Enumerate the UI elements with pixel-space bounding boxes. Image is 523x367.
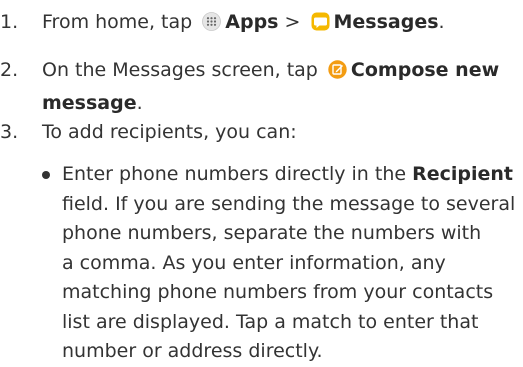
compose-icon	[328, 57, 347, 79]
bullet-line-4: a comma. As you enter information, any	[62, 251, 446, 274]
compose-label-line-1: Compose new	[350, 59, 500, 81]
bullet-text: Enter phone numbers directly in the Reci…	[62, 160, 522, 367]
period: .	[438, 11, 445, 33]
bullet-line-5: matching phone numbers from your contact…	[62, 281, 494, 303]
bullet-line-6: list are displayed. Tap a match to enter…	[62, 310, 479, 333]
apps-grid-icon	[202, 9, 222, 31]
bullet-line-3: phone numbers, separate the numbers with	[62, 222, 482, 244]
step-2-text-a: On the Messages screen, tap	[42, 59, 318, 81]
bullet-line-2: field. If you are sending the message to…	[62, 192, 516, 215]
messages-label: Messages	[333, 11, 439, 33]
messages-app-icon	[311, 9, 330, 31]
step-1-text-a: From home, tap	[42, 11, 193, 33]
apps-label: Apps	[225, 11, 279, 33]
step-number: 2.	[0, 59, 19, 81]
period: .	[136, 92, 143, 114]
step-text: From home, tap Apps > Messages.	[42, 6, 512, 39]
instructions-document: 1. From home, tap Apps > Messages. 2. On…	[0, 0, 523, 366]
step-number: 1.	[0, 11, 19, 33]
step-text: On the Messages screen, tap Compose new …	[42, 54, 512, 120]
step-text: To add recipients, you can:	[42, 116, 512, 149]
path-separator: >	[284, 11, 301, 33]
compose-label-line-2: message	[42, 92, 137, 114]
bullet-line-1a: Enter phone numbers directly in the	[62, 163, 407, 185]
step-number: 3.	[0, 121, 19, 143]
bullet-line-7: number or address directly.	[62, 340, 323, 362]
recipient-label: Recipient	[412, 163, 514, 185]
bullet-dot	[42, 171, 50, 179]
step-3-text: To add recipients, you can:	[42, 121, 297, 143]
